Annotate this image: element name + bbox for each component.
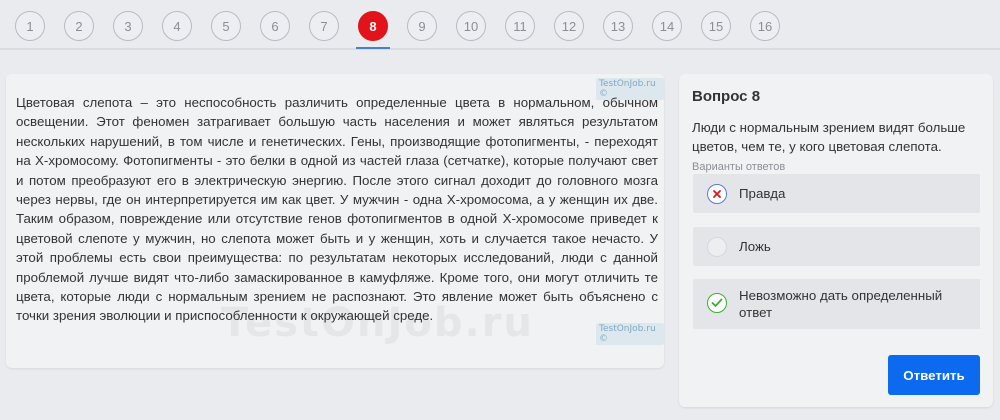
watermark-bottom: TestOnJob.ru © (596, 323, 664, 345)
answer-label: Невозможно дать определенный ответ (739, 288, 943, 320)
question-number-list: 1 2 3 4 5 6 7 8 9 10 11 12 13 14 15 16 (15, 11, 780, 49)
empty-circle-icon (707, 237, 727, 257)
question-number-14[interactable]: 14 (652, 11, 682, 41)
question-number-9[interactable]: 9 (407, 11, 437, 41)
check-icon (707, 293, 727, 313)
question-title: Вопрос 8 (692, 88, 761, 105)
reading-text-panel: TestOnJob.ru © TestOnJob.ru Цветовая сле… (6, 74, 664, 368)
answer-label: Правда (739, 186, 786, 201)
answer-option-false[interactable]: Ложь (693, 227, 980, 266)
answer-option-undetermined[interactable]: Невозможно дать определенный ответ (693, 279, 980, 329)
question-number-15[interactable]: 15 (701, 11, 731, 41)
question-number-16[interactable]: 16 (750, 11, 780, 41)
submit-answer-button[interactable]: Ответить (888, 355, 980, 395)
question-number-7[interactable]: 7 (309, 11, 339, 41)
question-number-1[interactable]: 1 (15, 11, 45, 41)
question-number-3[interactable]: 3 (113, 11, 143, 41)
answer-option-true[interactable]: Правда (693, 174, 980, 213)
reading-text: Цветовая слепота – это неспособность раз… (16, 95, 658, 324)
question-panel: Вопрос 8 Люди с нормальным зрением видят… (679, 74, 993, 407)
question-number-2[interactable]: 2 (64, 11, 94, 41)
cross-icon (707, 184, 727, 204)
question-number-8[interactable]: 8 (356, 11, 390, 49)
answer-options-hint: Варианты ответов (692, 161, 786, 173)
question-number-6[interactable]: 6 (260, 11, 290, 41)
question-navigation-bar: 1 2 3 4 5 6 7 8 9 10 11 12 13 14 15 16 (0, 0, 1000, 50)
question-number-11[interactable]: 11 (505, 11, 535, 41)
question-number-10[interactable]: 10 (456, 11, 486, 41)
question-text: Люди с нормальным зрением видят больше ц… (692, 120, 966, 154)
question-number-12[interactable]: 12 (554, 11, 584, 41)
question-number-13[interactable]: 13 (603, 11, 633, 41)
question-number-5[interactable]: 5 (211, 11, 241, 41)
answer-label: Ложь (739, 239, 771, 254)
question-number-4[interactable]: 4 (162, 11, 192, 41)
